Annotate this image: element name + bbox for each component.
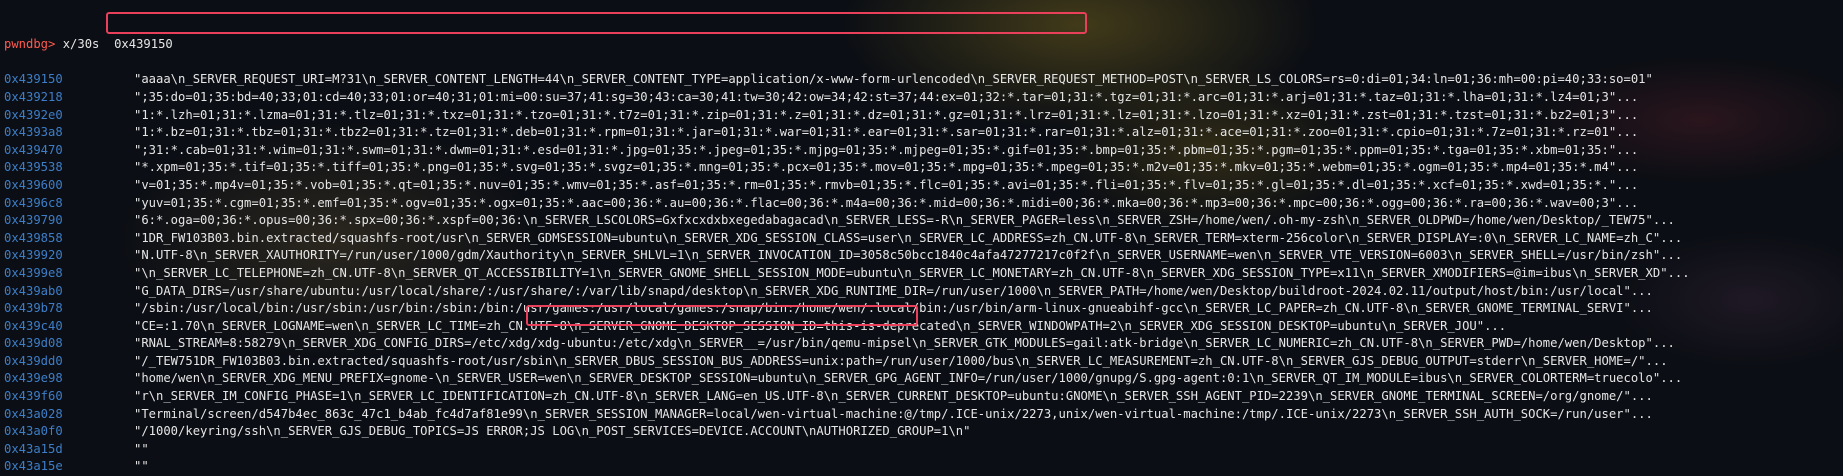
- memory-string: "yuv=01;35:*.cgm=01;35:*.emf=01;35:*.ogv…: [134, 195, 1639, 210]
- memory-row: 0x439790 "6:*.oga=00;36:*.opus=00;36:*.sp…: [4, 212, 1843, 230]
- memory-address: 0x4392e0: [4, 107, 63, 122]
- memory-address: 0x4399e8: [4, 265, 63, 280]
- memory-row: 0x439ab0 "G_DATA_DIRS=/usr/share/ubuntu:/…: [4, 283, 1843, 301]
- memory-string: "1:*.lzh=01;31:*.lzma=01;31:*.tlz=01;31:…: [134, 107, 1639, 122]
- memory-row: 0x439218 ";35:do=01;35:bd=40;33;01:cd=40;…: [4, 89, 1843, 107]
- memory-row: 0x4399e8 "\n_SERVER_LC_TELEPHONE=zh_CN.UT…: [4, 265, 1843, 283]
- memory-address: 0x439538: [4, 160, 63, 175]
- memory-row: 0x439f60 "r\n_SERVER_IM_CONFIG_PHASE=1\n_…: [4, 388, 1843, 406]
- memory-string: "v=01;35:*.mp4v=01;35:*.vob=01;35:*.qt=0…: [134, 177, 1639, 192]
- memory-address: 0x43a15d: [4, 441, 63, 456]
- memory-row: 0x439d08 "RNAL_STREAM=8:58279\n_SERVER_XD…: [4, 335, 1843, 353]
- memory-row: 0x439470 ";31:*.cab=01;31:*.wim=01;31:*.s…: [4, 142, 1843, 160]
- memory-address: 0x439218: [4, 89, 63, 104]
- memory-address: 0x43a028: [4, 406, 63, 421]
- memory-string: ";35:do=01;35:bd=40;33;01:cd=40;33;01:or…: [134, 89, 1639, 104]
- memory-row: 0x439920 "N.UTF-8\n_SERVER_XAUTHORITY=/ru…: [4, 247, 1843, 265]
- memory-address: 0x439f60: [4, 389, 63, 404]
- memory-row: 0x439c40 "CE=:1.70\n_SERVER_LOGNAME=wen\n…: [4, 318, 1843, 336]
- memory-address: 0x439dd0: [4, 353, 63, 368]
- memory-string: "Terminal/screen/d547b4ec_863c_47c1_b4ab…: [134, 406, 1653, 421]
- memory-string: "\n_SERVER_LC_TELEPHONE=zh_CN.UTF-8\n_SE…: [134, 265, 1690, 280]
- memory-string: "": [134, 441, 149, 456]
- memory-address: 0x43a15e: [4, 459, 63, 474]
- memory-row: 0x439858 "1DR_FW103B03.bin.extracted/squa…: [4, 230, 1843, 248]
- memory-string: "1:*.bz=01;31:*.tbz=01;31:*.tbz2=01;31:*…: [134, 125, 1639, 140]
- memory-address: 0x439790: [4, 213, 63, 228]
- memory-row: 0x43a028 "Terminal/screen/d547b4ec_863c_4…: [4, 406, 1843, 424]
- memory-string: "1DR_FW103B03.bin.extracted/squashfs-roo…: [134, 230, 1683, 245]
- memory-address: 0x439150: [4, 72, 63, 87]
- memory-row: 0x439150 "aaaa\n_SERVER_REQUEST_URI=M?31\…: [4, 71, 1843, 89]
- memory-string: "aaaa\n_SERVER_REQUEST_URI=M?31\n_SERVER…: [134, 72, 1653, 87]
- memory-string: "": [134, 459, 149, 474]
- gdb-prompt: pwndbg>: [4, 37, 56, 52]
- gdb-command: x/30s 0x439150: [55, 37, 173, 52]
- memory-row: 0x4396c8 "yuv=01;35:*.cgm=01;35:*.emf=01;…: [4, 195, 1843, 213]
- memory-row: 0x439dd0 "/_TEW751DR_FW103B03.bin.extract…: [4, 353, 1843, 371]
- memory-row: 0x43a15d "": [4, 441, 1843, 459]
- memory-address: 0x439e98: [4, 371, 63, 386]
- memory-string: "r\n_SERVER_IM_CONFIG_PHASE=1\n_SERVER_L…: [134, 389, 1653, 404]
- memory-string: "N.UTF-8\n_SERVER_XAUTHORITY=/run/user/1…: [134, 248, 1683, 263]
- memory-address: 0x439b78: [4, 301, 63, 316]
- memory-address: 0x439ab0: [4, 283, 63, 298]
- memory-address: 0x439d08: [4, 336, 63, 351]
- memory-address: 0x439470: [4, 142, 63, 157]
- memory-string: "/1000/keyring/ssh\n_SERVER_GJS_DEBUG_TO…: [134, 424, 971, 439]
- memory-row: 0x439600 "v=01;35:*.mp4v=01;35:*.vob=01;3…: [4, 177, 1843, 195]
- memory-address: 0x43a0f0: [4, 424, 63, 439]
- memory-row: 0x439538 "*.xpm=01;35:*.tif=01;35:*.tiff=…: [4, 159, 1843, 177]
- memory-string: ";31:*.cab=01;31:*.wim=01;31:*.swm=01;31…: [134, 142, 1639, 157]
- memory-address: 0x439c40: [4, 318, 63, 333]
- memory-string: "CE=:1.70\n_SERVER_LOGNAME=wen\n_SERVER_…: [134, 318, 1507, 333]
- memory-address: 0x439920: [4, 248, 63, 263]
- memory-string: "home/wen\n_SERVER_XDG_MENU_PREFIX=gnome…: [134, 371, 1683, 386]
- memory-address: 0x4396c8: [4, 195, 63, 210]
- memory-row: 0x4392e0 "1:*.lzh=01;31:*.lzma=01;31:*.tl…: [4, 107, 1843, 125]
- memory-address: 0x4393a8: [4, 125, 63, 140]
- memory-string: "/_TEW751DR_FW103B03.bin.extracted/squas…: [134, 353, 1668, 368]
- memory-string: "6:*.oga=00;36:*.opus=00;36:*.spx=00;36:…: [134, 213, 1675, 228]
- memory-row: 0x4393a8 "1:*.bz=01;31:*.tbz=01;31:*.tbz2…: [4, 124, 1843, 142]
- memory-row: 0x43a15e "": [4, 458, 1843, 476]
- memory-string: "*.xpm=01;35:*.tif=01;35:*.tiff=01;35:*.…: [134, 160, 1639, 175]
- memory-string: "/sbin:/usr/local/bin:/usr/sbin:/usr/bin…: [134, 301, 1653, 316]
- command-line: pwndbg> x/30s 0x439150: [4, 36, 1843, 54]
- memory-string: "RNAL_STREAM=8:58279\n_SERVER_XDG_CONFIG…: [134, 336, 1675, 351]
- memory-row: 0x43a0f0 "/1000/keyring/ssh\n_SERVER_GJS_…: [4, 423, 1843, 441]
- memory-row: 0x439b78 "/sbin:/usr/local/bin:/usr/sbin:…: [4, 300, 1843, 318]
- memory-row: 0x439e98 "home/wen\n_SERVER_XDG_MENU_PREF…: [4, 370, 1843, 388]
- memory-address: 0x439858: [4, 230, 63, 245]
- memory-address: 0x439600: [4, 177, 63, 192]
- memory-string: "G_DATA_DIRS=/usr/share/ubuntu:/usr/loca…: [134, 283, 1653, 298]
